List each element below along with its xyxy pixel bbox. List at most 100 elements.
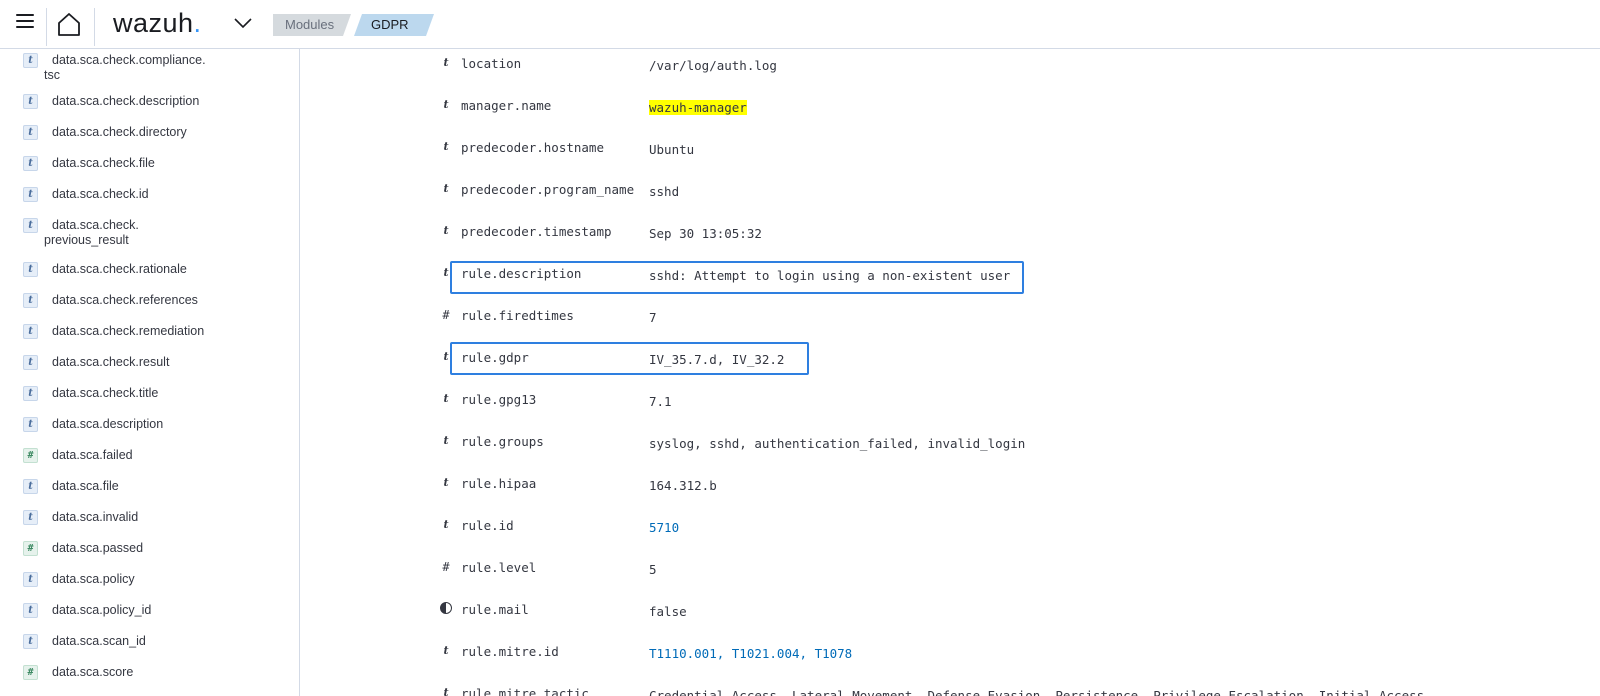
document-row: t rule.id 5710 xyxy=(300,518,1600,548)
sidebar-field-label: data.sca.check.rationale xyxy=(52,262,187,276)
string-type-icon: t xyxy=(443,98,449,111)
document-row: rule.mail false xyxy=(300,602,1600,632)
document-row: t manager.name wazuh-manager xyxy=(300,98,1600,128)
field-value: sshd xyxy=(649,184,680,199)
breadcrumb-modules[interactable]: Modules xyxy=(273,14,351,36)
sidebar-field-label: data.sca.score xyxy=(52,665,134,679)
number-type-icon: # xyxy=(442,308,450,322)
string-type-icon: t xyxy=(23,94,38,109)
field-name: rule.gdpr xyxy=(461,350,529,365)
field-value: false xyxy=(649,604,687,619)
sidebar-field-label: data.sca.check.compliance. xyxy=(52,53,206,67)
menu-icon[interactable] xyxy=(16,14,34,30)
field-value: 5 xyxy=(649,562,657,577)
sidebar-field-label: data.sca.description xyxy=(52,417,164,431)
field-value-link[interactable]: T1110.001, T1021.004, T1078 xyxy=(649,646,852,661)
string-type-icon: t xyxy=(443,434,449,447)
number-type-icon: # xyxy=(23,448,38,463)
document-row: t rule.groups syslog, sshd, authentication… xyxy=(300,434,1600,464)
document-row: # rule.level 5 xyxy=(300,560,1600,590)
field-name: predecoder.timestamp xyxy=(461,224,612,239)
sidebar-field-label: data.sca.check.id xyxy=(52,187,149,201)
wazuh-logo[interactable]: wazuh. xyxy=(113,8,202,39)
field-value: Sep 30 13:05:32 xyxy=(649,226,762,241)
string-type-icon: t xyxy=(23,355,38,370)
sidebar-field-label: data.sca.check.file xyxy=(52,156,155,170)
sidebar-field-label-continued: previous_result xyxy=(44,233,129,247)
sidebar-field-label: data.sca.policy xyxy=(52,572,135,586)
top-header: wazuh. Modules GDPRi xyxy=(0,0,1600,49)
field-value: IV_35.7.d, IV_32.2 xyxy=(649,352,785,367)
field-name: manager.name xyxy=(461,98,552,113)
string-type-icon: t xyxy=(23,386,38,401)
field-name: rule.description xyxy=(461,266,582,281)
field-value: Ubuntu xyxy=(649,142,695,157)
sidebar-field-label: data.sca.policy_id xyxy=(52,603,152,617)
field-name: rule.firedtimes xyxy=(461,308,574,323)
document-row: t rule.gdpr IV_35.7.d, IV_32.2 xyxy=(300,350,1600,380)
sidebar-field-label: data.sca.passed xyxy=(52,541,144,555)
string-type-icon: t xyxy=(443,518,449,531)
string-type-icon: t xyxy=(23,187,38,202)
field-name: predecoder.program_name xyxy=(461,182,635,197)
document-row: t predecoder.hostname Ubuntu xyxy=(300,140,1600,170)
string-type-icon: t xyxy=(23,324,38,339)
string-type-icon: t xyxy=(23,156,38,171)
field-value: wazuh-manager xyxy=(649,100,747,115)
document-table: t location/var/log/auth.log t manager.name w… xyxy=(300,49,1600,696)
string-type-icon: t xyxy=(443,140,449,153)
sidebar-field-label: data.sca.invalid xyxy=(52,510,139,524)
chevron-down-icon[interactable] xyxy=(233,16,253,30)
field-name: rule.hipaa xyxy=(461,476,537,491)
string-type-icon: t xyxy=(443,644,449,657)
field-value-link[interactable]: 5710 xyxy=(649,520,679,535)
string-type-icon: t xyxy=(23,634,38,649)
document-row: t location/var/log/auth.log xyxy=(300,56,1600,86)
string-type-icon: t xyxy=(23,603,38,618)
string-type-icon: t xyxy=(23,53,38,68)
document-row: t rule.description sshd: Attempt to login … xyxy=(300,266,1600,296)
field-name: rule.gpg13 xyxy=(461,392,537,407)
string-type-icon: t xyxy=(23,510,38,525)
string-type-icon: t xyxy=(23,572,38,587)
document-row: t rule.mitre.tactic Credential Access, Lat… xyxy=(300,686,1600,696)
field-name: rule.mitre.tactic xyxy=(461,686,589,696)
sidebar-field-label: data.sca.check.description xyxy=(52,94,200,108)
string-type-icon: t xyxy=(443,476,449,489)
sidebar-field-label: data.sca.check.result xyxy=(52,355,170,369)
string-type-icon: t xyxy=(443,182,449,195)
sidebar-field-label: data.sca.check.references xyxy=(52,293,198,307)
field-name: predecoder.hostname xyxy=(461,140,604,155)
field-value: sshd: Attempt to login using a non-exist… xyxy=(649,268,1011,283)
document-row: t predecoder.timestamp Sep 30 13:05:32 xyxy=(300,224,1600,254)
field-name: location xyxy=(461,56,522,71)
document-row: t predecoder.program_name sshd xyxy=(300,182,1600,212)
document-row: t rule.hipaa 164.312.b xyxy=(300,476,1600,506)
number-type-icon: # xyxy=(23,665,38,680)
sidebar-field-label: data.sca.scan_id xyxy=(52,634,146,648)
string-type-icon: t xyxy=(23,479,38,494)
field-name: rule.mail xyxy=(461,602,529,617)
document-row: # rule.firedtimes 7 xyxy=(300,308,1600,338)
field-value: Credential Access, Lateral Movement, Def… xyxy=(649,688,1425,696)
field-value: syslog, sshd, authentication_failed, inv… xyxy=(649,436,1026,451)
field-name: rule.level xyxy=(461,560,537,575)
sidebar-field-label: data.sca.check.remediation xyxy=(52,324,205,338)
string-type-icon: t xyxy=(23,218,38,233)
string-type-icon: t xyxy=(443,686,449,696)
string-type-icon: t xyxy=(23,293,38,308)
header-divider xyxy=(46,8,47,46)
field-list-sidebar: t data.sca.check.compliance. tsc t data.sca.… xyxy=(0,49,300,696)
field-value: 164.312.b xyxy=(649,478,717,493)
document-row: t rule.mitre.id T1110.001, T1021.004, T107… xyxy=(300,644,1600,674)
string-type-icon: t xyxy=(23,417,38,432)
string-type-icon: t xyxy=(443,56,449,69)
sidebar-field-label: data.sca.check.directory xyxy=(52,125,187,139)
string-type-icon: t xyxy=(443,266,449,279)
home-icon[interactable] xyxy=(56,11,82,37)
sidebar-field-label: data.sca.failed xyxy=(52,448,133,462)
breadcrumb-gdpr[interactable]: GDPRi xyxy=(354,14,434,36)
string-type-icon: t xyxy=(23,125,38,140)
header-divider xyxy=(94,8,95,46)
sidebar-field-label: data.sca.check. xyxy=(52,218,139,232)
